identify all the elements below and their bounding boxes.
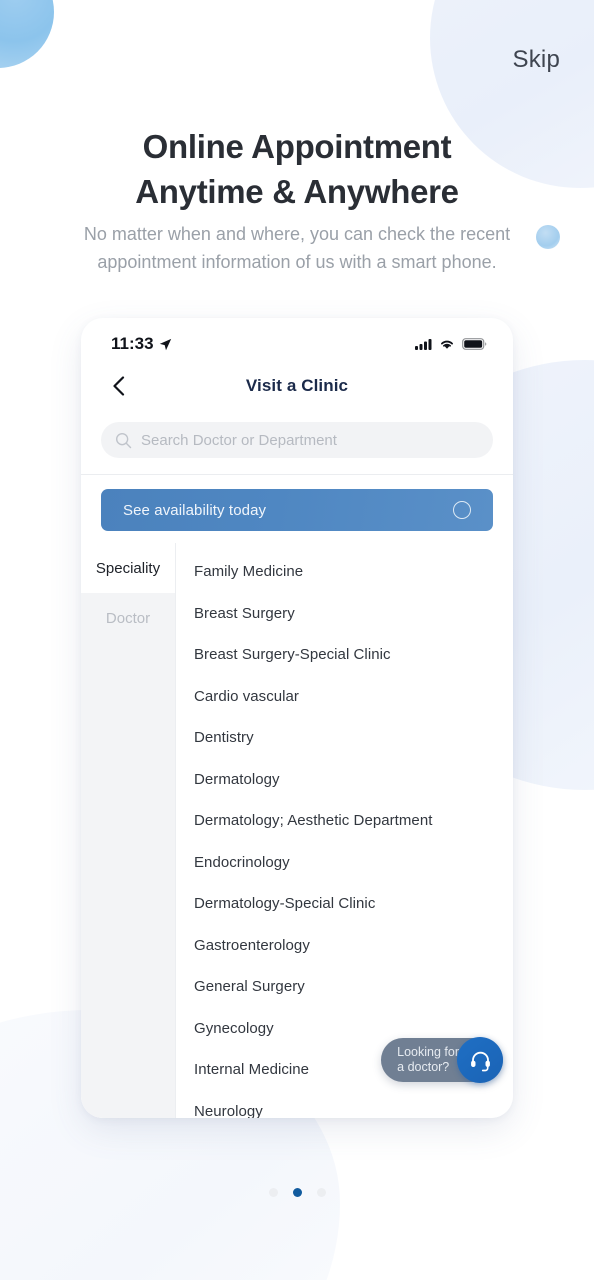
decorative-blue-circle-top-left bbox=[0, 0, 54, 68]
availability-section: See availability today bbox=[81, 475, 513, 543]
list-item[interactable]: General Surgery bbox=[176, 966, 513, 1008]
tabs-filler bbox=[81, 643, 175, 1118]
page-title: Online Appointment Anytime & Anywhere bbox=[0, 124, 594, 214]
search-icon bbox=[115, 432, 132, 448]
list-item-label: Family Medicine bbox=[194, 563, 304, 581]
location-arrow-icon bbox=[159, 338, 171, 350]
tab-speciality-label: Speciality bbox=[95, 559, 161, 577]
list-item-label: General Surgery bbox=[194, 978, 305, 996]
nav-bar: Visit a Clinic bbox=[81, 364, 513, 408]
tabs-column: Speciality Doctor bbox=[81, 543, 176, 1118]
chevron-left-icon bbox=[112, 376, 124, 396]
list-item-label: Cardio vascular bbox=[194, 687, 299, 705]
speciality-list[interactable]: Family Medicine Breast Surgery Breast Su… bbox=[176, 543, 513, 1118]
status-bar: 11:33 bbox=[81, 318, 513, 364]
phone-mockup: 11:33 Visit a Clinic Search Doctor or De… bbox=[81, 318, 513, 1118]
list-item-label: Breast Surgery bbox=[194, 604, 295, 622]
list-item[interactable]: Breast Surgery bbox=[176, 593, 513, 635]
page-subtitle-line2: appointment information of us with a sma… bbox=[97, 252, 497, 272]
search-input[interactable] bbox=[141, 431, 479, 449]
tab-doctor-label: Doctor bbox=[105, 609, 151, 627]
nav-title: Visit a Clinic bbox=[245, 376, 349, 395]
skip-button[interactable]: Skip bbox=[513, 46, 561, 74]
list-item-label: Dentistry bbox=[194, 729, 254, 747]
back-button[interactable] bbox=[105, 373, 131, 399]
page-title-line1: Online Appointment bbox=[142, 128, 452, 165]
list-item[interactable]: Gastroenterology bbox=[176, 925, 513, 967]
list-item[interactable]: Dermatology bbox=[176, 759, 513, 801]
list-item[interactable]: Endocrinology bbox=[176, 842, 513, 884]
help-fab-label: Looking for a doctor? bbox=[397, 1045, 459, 1074]
status-bar-left: 11:33 bbox=[111, 334, 172, 354]
list-item[interactable]: Dermatology-Special Clinic bbox=[176, 883, 513, 925]
availability-label: See availability today bbox=[123, 501, 267, 519]
headset-support-icon[interactable] bbox=[457, 1037, 503, 1083]
tab-doctor[interactable]: Doctor bbox=[81, 593, 175, 643]
search-section bbox=[81, 408, 513, 474]
status-bar-right bbox=[415, 338, 487, 350]
list-item-label: Dermatology-Special Clinic bbox=[194, 895, 376, 913]
cellular-signal-icon bbox=[415, 339, 432, 350]
list-item-label: Gynecology bbox=[194, 1019, 274, 1037]
tab-speciality[interactable]: Speciality bbox=[81, 543, 175, 593]
pagination-dots bbox=[0, 1188, 594, 1197]
page-subtitle: No matter when and where, you can check … bbox=[0, 220, 594, 276]
search-box[interactable] bbox=[101, 422, 493, 458]
list-item-label: Breast Surgery-Special Clinic bbox=[194, 646, 391, 664]
list-item[interactable]: Family Medicine bbox=[176, 551, 513, 593]
looking-for-a-doctor-button[interactable]: Looking for a doctor? bbox=[381, 1037, 503, 1083]
wifi-icon bbox=[441, 340, 453, 349]
status-time-label: 11:33 bbox=[111, 334, 154, 353]
list-item-label: Neurology bbox=[194, 1102, 263, 1118]
list-item[interactable]: Dermatology; Aesthetic Department bbox=[176, 800, 513, 842]
list-item[interactable]: Breast Surgery-Special Clinic bbox=[176, 634, 513, 676]
pagination-dot-3[interactable] bbox=[316, 1188, 326, 1197]
page-title-line2: Anytime & Anywhere bbox=[135, 173, 459, 210]
headset-glyph bbox=[470, 1051, 490, 1071]
list-item[interactable]: Cardio vascular bbox=[176, 676, 513, 718]
list-item-label: Dermatology bbox=[194, 770, 280, 788]
content-area: Speciality Doctor Family Medicine Breast… bbox=[81, 543, 513, 1118]
battery-icon bbox=[462, 338, 487, 350]
circle-outline-icon[interactable] bbox=[453, 501, 471, 519]
list-item[interactable]: Neurology bbox=[176, 1091, 513, 1118]
page-subtitle-line1: No matter when and where, you can check … bbox=[83, 224, 511, 244]
see-availability-today-button[interactable]: See availability today bbox=[101, 489, 493, 531]
list-item-label: Internal Medicine bbox=[194, 1061, 310, 1079]
onboarding-screen: Skip Online Appointment Anytime & Anywhe… bbox=[0, 0, 594, 1280]
pagination-dot-2-active[interactable] bbox=[292, 1188, 302, 1197]
list-item-label: Gastroenterology bbox=[194, 936, 310, 954]
pagination-dot-1[interactable] bbox=[268, 1188, 278, 1197]
list-item[interactable]: Dentistry bbox=[176, 717, 513, 759]
list-item-label: Endocrinology bbox=[194, 853, 290, 871]
list-item-label: Dermatology; Aesthetic Department bbox=[194, 812, 433, 830]
